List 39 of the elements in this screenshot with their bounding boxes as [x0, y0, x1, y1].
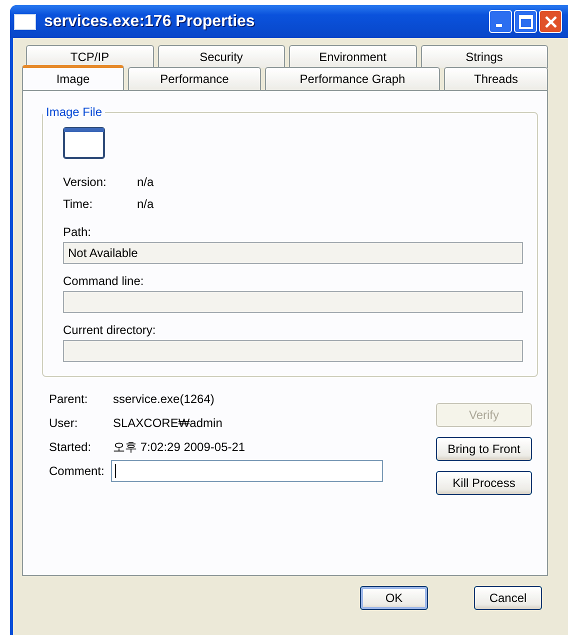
group-title: Image File — [45, 105, 104, 119]
read-only-field[interactable] — [63, 291, 523, 313]
info-value: n/a — [137, 197, 154, 211]
info-value: n/a — [137, 175, 154, 189]
ok-button[interactable]: OK — [360, 586, 428, 610]
info-label: Time: — [63, 197, 94, 211]
tab[interactable]: Performance — [128, 67, 261, 90]
tab[interactable]: Environment — [289, 45, 416, 68]
comment-label: Comment: — [49, 464, 106, 478]
minimize-icon — [496, 24, 502, 26]
minimize-button[interactable] — [489, 10, 512, 33]
field-label: Command line: — [63, 274, 145, 288]
info-label: User: — [49, 416, 79, 430]
info-label: Version: — [63, 175, 108, 189]
window-title: services.exe:176 Properties — [44, 12, 256, 30]
close-icon — [544, 14, 558, 28]
action-button[interactable]: Kill Process — [436, 471, 532, 495]
close-button[interactable] — [539, 10, 562, 33]
info-value: 오후 7:02:29 2009-05-21 — [113, 438, 246, 456]
window-icon — [14, 14, 36, 30]
action-button[interactable]: Bring to Front — [436, 437, 532, 461]
tab[interactable]: Image — [22, 65, 124, 90]
tab[interactable]: Security — [158, 45, 285, 68]
window-icon — [63, 127, 105, 159]
maximize-icon — [518, 14, 532, 28]
tab[interactable]: Performance Graph — [265, 67, 440, 90]
info-value: sservice.exe(1264) — [113, 392, 214, 406]
maximize-button[interactable] — [514, 10, 537, 33]
field-label: Current directory: — [63, 323, 157, 337]
comment-field[interactable] — [111, 460, 383, 482]
read-only-field[interactable]: Not Available — [63, 242, 523, 264]
tab[interactable]: Threads — [444, 67, 548, 90]
field-label: Path: — [63, 225, 92, 239]
tab[interactable]: Strings — [420, 45, 548, 68]
read-only-field[interactable] — [63, 340, 523, 362]
cancel-button[interactable]: Cancel — [474, 586, 542, 610]
info-value: SLAXCORE₩admin — [113, 416, 222, 430]
info-label: Started: — [49, 440, 92, 454]
info-label: Parent: — [49, 392, 89, 406]
